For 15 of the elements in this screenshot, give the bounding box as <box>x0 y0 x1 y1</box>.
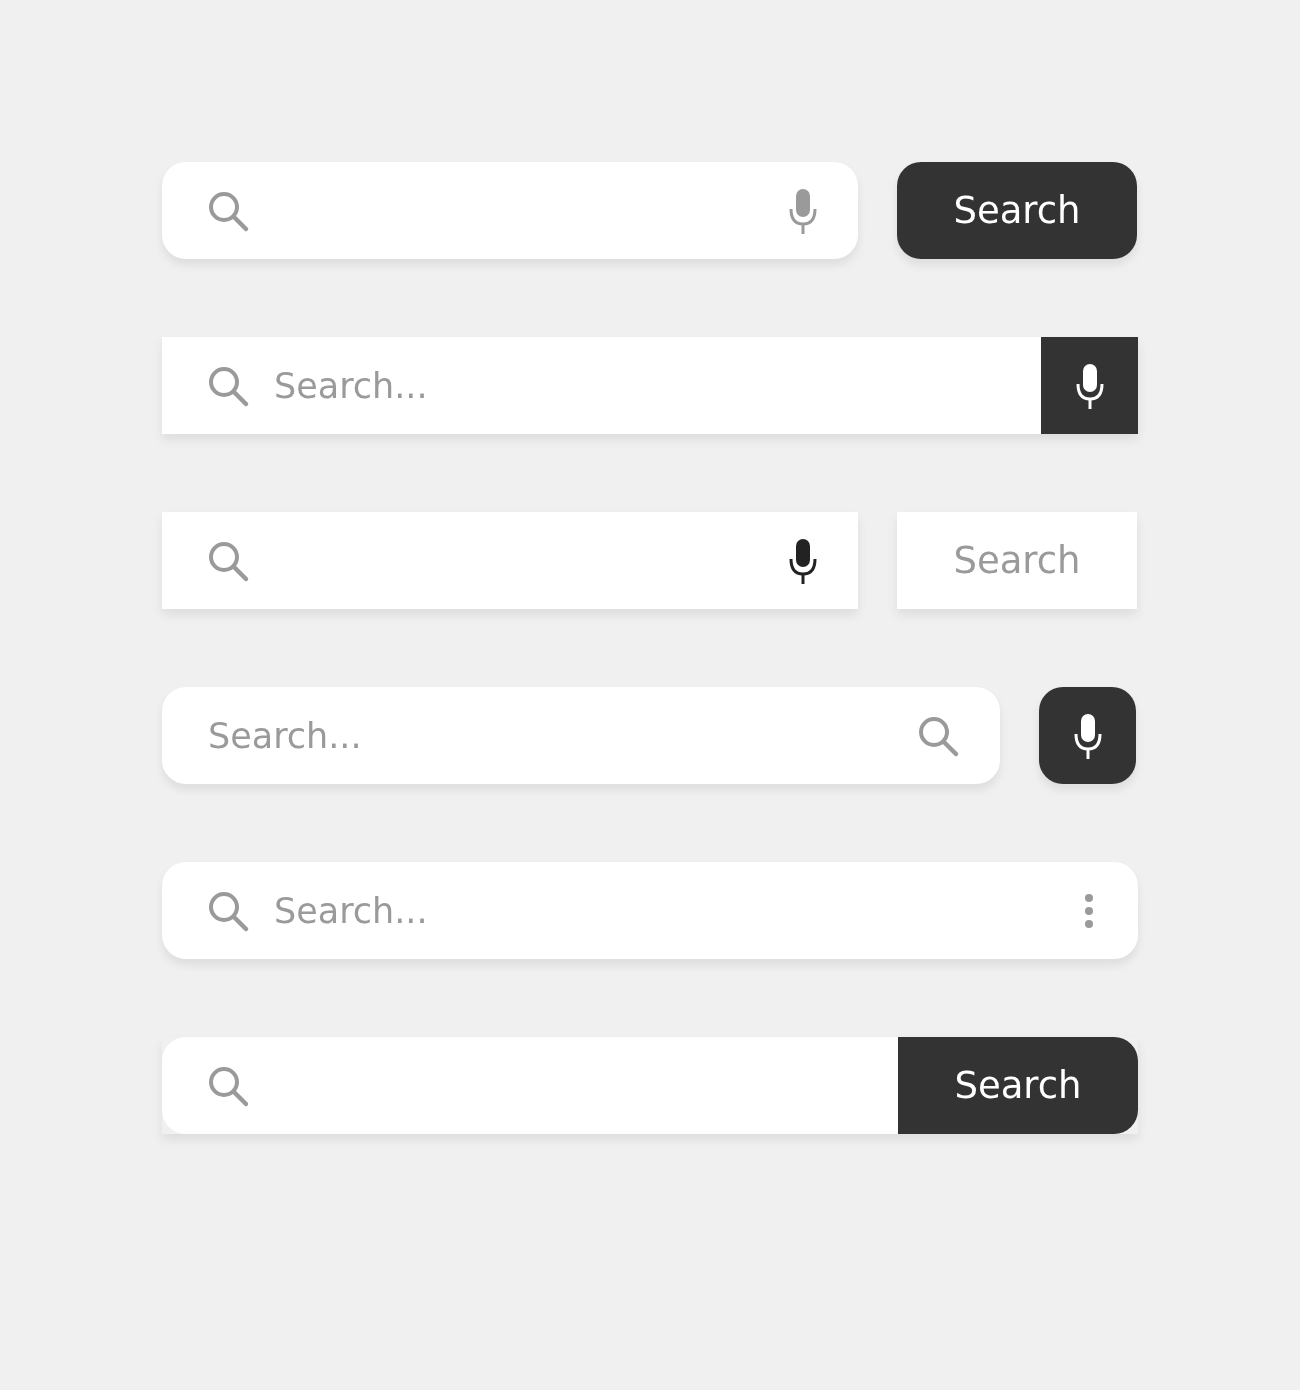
voice-button[interactable] <box>1039 687 1136 784</box>
microphone-icon <box>788 186 818 235</box>
search-field[interactable]: Search... <box>272 364 1001 407</box>
search-field[interactable]: Search... <box>206 714 916 757</box>
microphone-icon <box>1072 711 1103 760</box>
more-icon[interactable] <box>1084 892 1094 929</box>
search-bar[interactable]: Search... <box>162 337 1041 434</box>
search-button[interactable]: Search <box>898 1037 1138 1134</box>
microphone-icon <box>1074 361 1105 410</box>
search-bar[interactable]: Search... <box>162 862 1138 959</box>
search-field[interactable]: Search... <box>272 889 1084 932</box>
search-bar[interactable]: Search... <box>162 687 1000 784</box>
search-button[interactable]: Search <box>897 162 1137 259</box>
microphone-icon <box>788 536 818 585</box>
voice-button[interactable] <box>1041 337 1138 434</box>
